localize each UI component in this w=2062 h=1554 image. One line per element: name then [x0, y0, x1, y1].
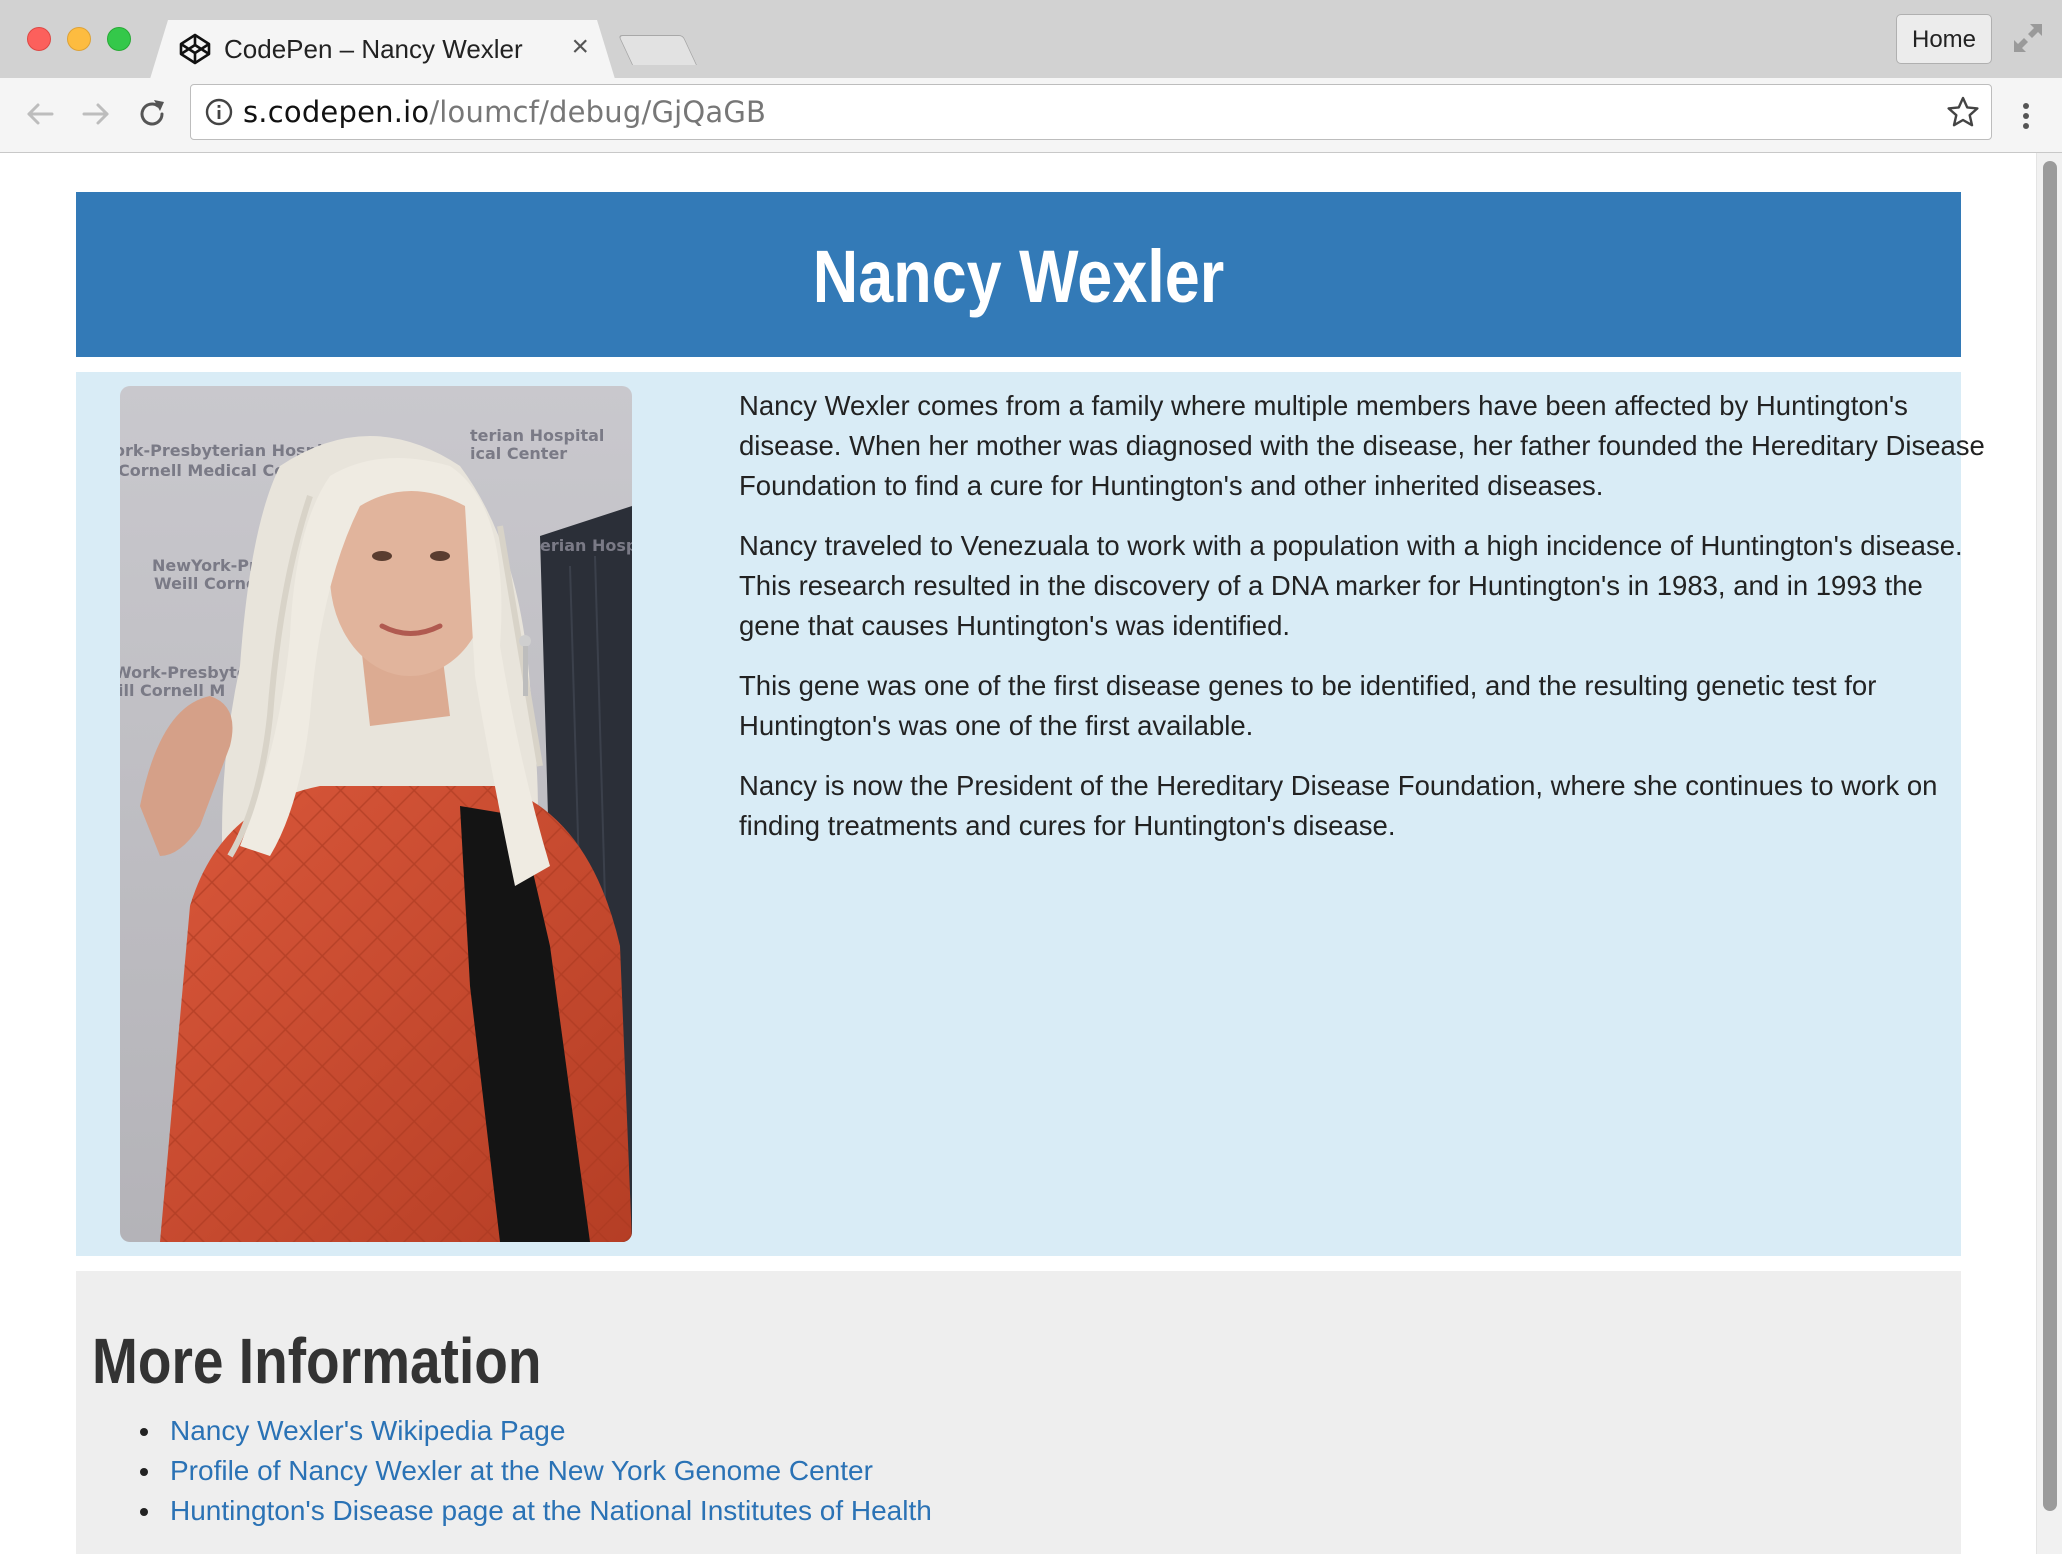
bio-section: ork-Presbyterian Hospital Cornell Medica… — [76, 372, 1985, 1256]
svg-text:erian Hosp: erian Hosp — [540, 536, 632, 555]
list-item: Huntington's Disease page at the Nationa… — [140, 1491, 932, 1531]
active-tab[interactable]: CodePen – Nancy Wexler × — [150, 20, 615, 79]
header-banner: Nancy Wexler — [76, 192, 1961, 357]
info-icon[interactable] — [203, 96, 235, 128]
tab-close-icon[interactable]: × — [571, 30, 589, 64]
tab-title: CodePen – Nancy Wexler — [224, 34, 523, 64]
codepen-icon — [178, 32, 212, 66]
svg-text:Work-Presbyte: Work-Presbyte — [120, 663, 248, 682]
minimize-window-button[interactable] — [67, 27, 91, 51]
page-title: Nancy Wexler — [812, 235, 1225, 318]
url-path: /loumcf/debug/GjQaGB — [429, 95, 767, 129]
portrait-photo: ork-Presbyterian Hospital Cornell Medica… — [120, 386, 632, 1242]
fullscreen-icon[interactable] — [2010, 20, 2046, 56]
page-viewport[interactable]: Nancy Wexler ork-Presbyterian Hospital C… — [0, 153, 2062, 1554]
bio-text: Nancy Wexler comes from a family where m… — [739, 386, 1989, 866]
back-arrow-icon[interactable] — [22, 96, 58, 132]
svg-text:terian Hospital: terian Hospital — [470, 426, 604, 445]
bio-paragraph: This gene was one of the first disease g… — [739, 670, 1877, 741]
reload-icon[interactable] — [134, 96, 170, 132]
address-bar[interactable]: s.codepen.io/loumcf/debug/GjQaGB — [190, 84, 1992, 140]
browser-toolbar: s.codepen.io/loumcf/debug/GjQaGB — [0, 78, 2062, 153]
list-item: Nancy Wexler's Wikipedia Page — [140, 1411, 932, 1451]
svg-text:ical Center: ical Center — [470, 444, 567, 463]
tab-bar: CodePen – Nancy Wexler × Home — [0, 0, 2062, 79]
bookmark-star-icon[interactable] — [1945, 94, 1981, 130]
zoom-window-button[interactable] — [107, 27, 131, 51]
portrait-illustration: ork-Presbyterian Hospital Cornell Medica… — [120, 386, 632, 1242]
more-information-links: Nancy Wexler's Wikipedia Page Profile of… — [140, 1411, 932, 1531]
close-window-button[interactable] — [27, 27, 51, 51]
more-information-heading: More Information — [92, 1325, 542, 1397]
bio-paragraph: Nancy Wexler comes from a family where m… — [739, 390, 1985, 501]
wikipedia-link[interactable]: Nancy Wexler's Wikipedia Page — [170, 1415, 565, 1446]
home-button[interactable]: Home — [1896, 14, 1992, 64]
list-item: Profile of Nancy Wexler at the New York … — [140, 1451, 932, 1491]
forward-arrow-icon[interactable] — [78, 96, 114, 132]
url-host: s.codepen.io — [243, 95, 430, 129]
new-tab-button[interactable] — [618, 35, 697, 65]
scrollbar-thumb[interactable] — [2043, 161, 2057, 1511]
genome-center-link[interactable]: Profile of Nancy Wexler at the New York … — [170, 1455, 873, 1486]
more-information-section: More Information Nancy Wexler's Wikipedi… — [76, 1271, 1961, 1554]
bio-paragraph: Nancy is now the President of the Heredi… — [739, 770, 1938, 841]
bio-paragraph: Nancy traveled to Venezuala to work with… — [739, 530, 1963, 641]
nih-link[interactable]: Huntington's Disease page at the Nationa… — [170, 1495, 932, 1526]
vertical-scrollbar[interactable] — [2036, 153, 2062, 1554]
url-text: s.codepen.io/loumcf/debug/GjQaGB — [243, 93, 766, 131]
more-menu-icon[interactable] — [2012, 98, 2040, 134]
